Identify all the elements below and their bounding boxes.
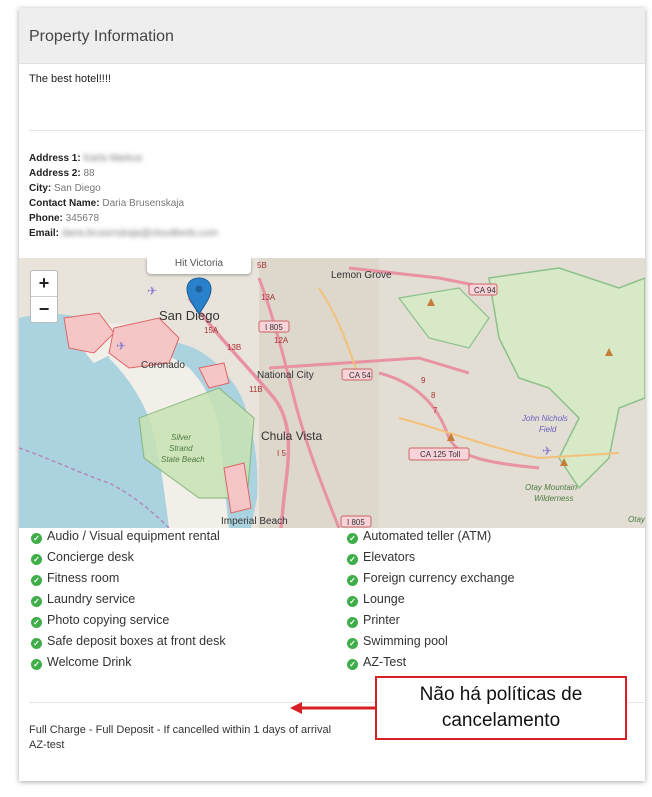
address1-value: Karla Markus [83, 153, 143, 164]
check-icon: ✓ [347, 638, 358, 649]
map-label: Chula Vista [261, 429, 322, 443]
svg-text:Field: Field [539, 425, 557, 434]
list-item: ✓ AZ-Test [347, 654, 406, 675]
check-icon: ✓ [31, 617, 42, 628]
list-item: ✓ Welcome Drink [31, 654, 132, 675]
property-information-card: Property Information The best hotel!!!! … [19, 8, 645, 781]
list-item: ✓ Elevators [347, 549, 415, 570]
svg-text:✈: ✈ [147, 284, 157, 298]
address2-value: 88 [83, 168, 95, 179]
map-label: I 805 [347, 518, 365, 527]
map-label: 8 [431, 391, 436, 400]
map-label: I 805 [265, 323, 283, 332]
list-item: ✓ Photo copying service [31, 612, 169, 633]
email-value: daria.brusenskaja@cloudbeds.com [61, 228, 219, 239]
city-value: San Diego [54, 183, 101, 194]
check-icon: ✓ [31, 659, 42, 670]
map-label: 15A [204, 326, 219, 335]
map-label: 5B [257, 261, 267, 270]
list-item: ✓ Lounge [347, 591, 405, 612]
card-header: Property Information [19, 8, 645, 64]
svg-text:John Nichols: John Nichols [521, 414, 568, 423]
map-label: National City [257, 370, 314, 381]
check-icon: ✓ [31, 596, 42, 607]
map-popup[interactable]: Hit Victoria [147, 258, 251, 274]
zoom-out-button[interactable]: − [31, 296, 57, 322]
map-label: CA 94 [474, 286, 496, 295]
annotation-callout: Não há políticas de cancelamento [375, 676, 627, 740]
policy-line: AZ-test [29, 739, 65, 751]
map-label: 9 [421, 376, 426, 385]
list-item: ✓ Automated teller (ATM) [347, 528, 491, 549]
check-icon: ✓ [31, 533, 42, 544]
zoom-in-button[interactable]: + [31, 271, 57, 296]
map-label: San Diego [159, 308, 220, 323]
map-label: CA 54 [349, 371, 371, 380]
check-icon: ✓ [347, 617, 358, 628]
svg-text:Wilderness: Wilderness [534, 494, 574, 503]
map-label: 7 [433, 406, 438, 415]
list-item: ✓ Laundry service [31, 591, 135, 612]
phone-row: Phone: 345678 [29, 213, 100, 224]
map-label: Coronado [141, 360, 185, 371]
property-details: Address 1: Karla Markus Address 2: 88 Ci… [29, 151, 218, 241]
svg-text:✈: ✈ [542, 444, 552, 458]
list-item: ✓ Swimming pool [347, 633, 448, 654]
map-label: 12A [274, 336, 289, 345]
property-description: The best hotel!!!! [29, 73, 111, 85]
map-label: CA 125 Toll [420, 450, 461, 459]
contact-value: Daria Brusenskaja [102, 198, 185, 209]
map-label: 13B [227, 343, 241, 352]
email-row: Email: daria.brusenskaja@cloudbeds.com [29, 228, 219, 239]
check-icon: ✓ [347, 596, 358, 607]
list-item: ✓ Concierge desk [31, 549, 134, 570]
divider [29, 130, 644, 131]
map-label: Imperial Beach [221, 516, 288, 527]
card-title: Property Information [29, 28, 174, 45]
check-icon: ✓ [347, 554, 358, 565]
svg-text:Otay Mountain: Otay Mountain [525, 483, 578, 492]
map-label: I 5 [277, 449, 286, 458]
list-item: ✓ Printer [347, 612, 400, 633]
map-label: Lemon Grove [331, 270, 392, 281]
map-label: Otay [628, 515, 645, 524]
check-icon: ✓ [347, 575, 358, 586]
svg-text:✈: ✈ [116, 339, 126, 353]
cancellation-policy: Full Charge - Full Deposit - If cancelle… [29, 723, 331, 753]
zoom-control: + − [30, 270, 58, 323]
svg-text:State Beach: State Beach [161, 455, 205, 464]
check-icon: ✓ [31, 554, 42, 565]
location-map[interactable]: ✈ ✈ ✈ San Diego Lemon Grove Coronado Nat… [19, 258, 645, 528]
address2-row: Address 2: 88 [29, 168, 95, 179]
svg-text:Silver: Silver [171, 433, 191, 442]
check-icon: ✓ [347, 533, 358, 544]
list-item: ✓ Safe deposit boxes at front desk [31, 633, 226, 654]
city-row: City: San Diego [29, 183, 101, 194]
contact-row: Contact Name: Daria Brusenskaja [29, 198, 185, 209]
map-label: 11B [249, 385, 263, 394]
policy-line: Full Charge - Full Deposit - If cancelle… [29, 724, 332, 736]
list-item: ✓ Fitness room [31, 570, 119, 591]
svg-text:Strand: Strand [169, 444, 193, 453]
check-icon: ✓ [31, 638, 42, 649]
map-canvas: ✈ ✈ ✈ San Diego Lemon Grove Coronado Nat… [19, 258, 645, 528]
phone-value: 345678 [65, 213, 100, 224]
list-item: ✓ Audio / Visual equipment rental [31, 528, 220, 549]
check-icon: ✓ [347, 659, 358, 670]
address1-row: Address 1: Karla Markus [29, 153, 143, 164]
check-icon: ✓ [31, 575, 42, 586]
list-item: ✓ Foreign currency exchange [347, 570, 514, 591]
map-label: 13A [261, 293, 276, 302]
